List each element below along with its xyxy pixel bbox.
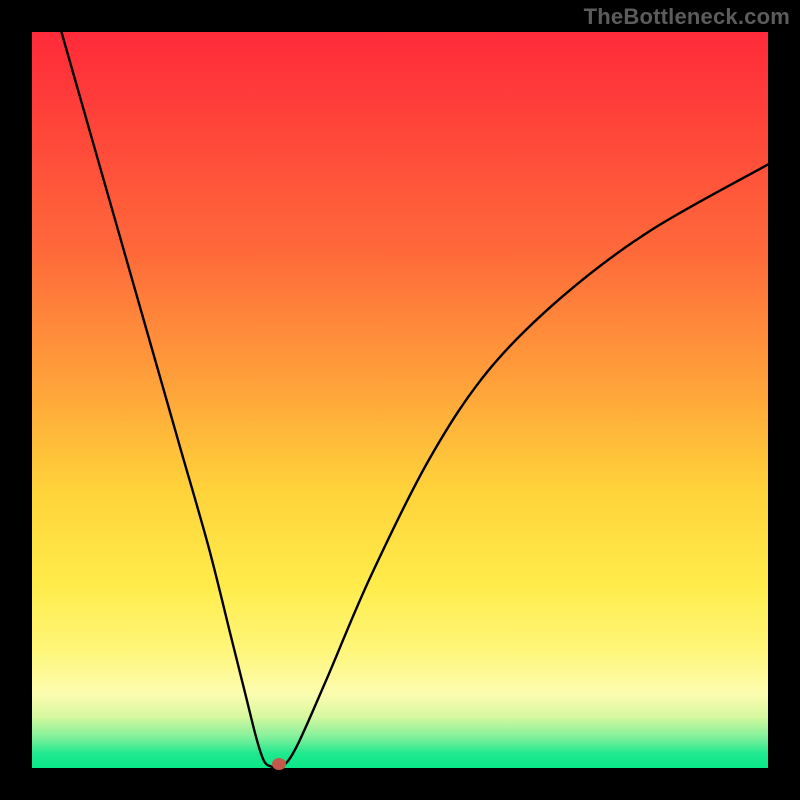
minimum-marker bbox=[272, 758, 286, 770]
watermark-text: TheBottleneck.com bbox=[584, 4, 790, 30]
chart-frame: TheBottleneck.com bbox=[0, 0, 800, 800]
bottleneck-curve bbox=[32, 32, 768, 768]
plot-area bbox=[32, 32, 768, 768]
